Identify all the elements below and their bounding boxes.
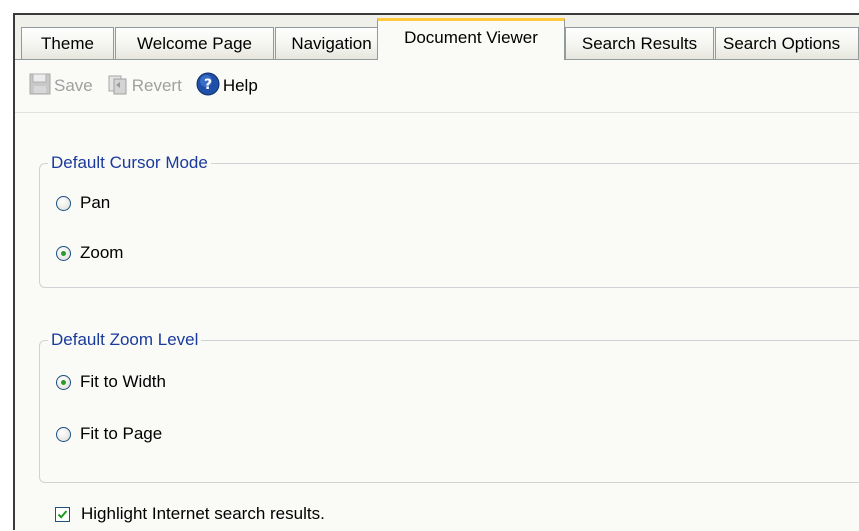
- tab-label: Document Viewer: [404, 27, 538, 47]
- highlight-results-label: Highlight Internet search results.: [81, 504, 325, 523]
- pan-radio[interactable]: Pan: [56, 193, 110, 213]
- zoom-label: Zoom: [80, 243, 124, 262]
- tab-search-results[interactable]: Search Results: [565, 27, 714, 59]
- tab-navigation[interactable]: Navigation: [275, 27, 388, 59]
- toolbar: Save Revert ? Help: [15, 60, 859, 113]
- tab-label: Search Options: [723, 33, 841, 53]
- cursor-mode-group: Default Cursor Mode Pan Zoom: [39, 153, 859, 288]
- tab-label: Search Results: [581, 33, 698, 53]
- tab-label: Navigation: [291, 33, 372, 53]
- options-window: Theme Welcome Page Navigation Document V…: [13, 13, 859, 531]
- help-label: Help: [222, 76, 258, 95]
- help-button[interactable]: ? Help: [196, 72, 258, 100]
- floppy-disk-icon: [29, 73, 51, 100]
- radio-button-checked-icon[interactable]: [56, 374, 71, 390]
- fit-to-width-label: Fit to Width: [80, 372, 166, 391]
- zoom-level-legend: Default Zoom Level: [48, 330, 202, 350]
- document-viewer-panel: Save Revert ? Help Default Cursor Mode P…: [15, 59, 859, 531]
- fit-to-width-radio[interactable]: Fit to Width: [56, 372, 166, 392]
- zoom-radio[interactable]: Zoom: [56, 243, 123, 263]
- revert-icon: [107, 73, 129, 100]
- save-button[interactable]: Save: [29, 72, 93, 100]
- radio-button-checked-icon[interactable]: [56, 245, 71, 261]
- revert-button[interactable]: Revert: [107, 72, 182, 100]
- radio-button-icon[interactable]: [56, 426, 71, 442]
- save-label: Save: [54, 76, 93, 95]
- tab-bar: Theme Welcome Page Navigation Document V…: [15, 15, 859, 60]
- checkbox-checked-icon[interactable]: [55, 506, 70, 522]
- pan-label: Pan: [80, 193, 111, 212]
- fit-to-page-radio[interactable]: Fit to Page: [56, 424, 162, 444]
- svg-text:?: ?: [204, 77, 212, 93]
- tab-label: Welcome Page: [137, 33, 252, 53]
- fit-to-page-label: Fit to Page: [80, 424, 163, 443]
- radio-button-icon[interactable]: [56, 195, 71, 211]
- help-icon: ?: [196, 72, 220, 101]
- cursor-mode-legend: Default Cursor Mode: [48, 153, 211, 173]
- revert-label: Revert: [131, 76, 182, 95]
- tab-search-options[interactable]: Search Options: [715, 27, 859, 59]
- tab-theme[interactable]: Theme: [21, 27, 114, 59]
- tab-welcome-page[interactable]: Welcome Page: [115, 27, 274, 59]
- tab-label: Theme: [41, 33, 94, 53]
- highlight-results-checkbox[interactable]: Highlight Internet search results.: [55, 504, 325, 524]
- zoom-level-group: Default Zoom Level Fit to Width Fit to P…: [39, 330, 859, 483]
- tab-document-viewer[interactable]: Document Viewer: [377, 18, 565, 60]
